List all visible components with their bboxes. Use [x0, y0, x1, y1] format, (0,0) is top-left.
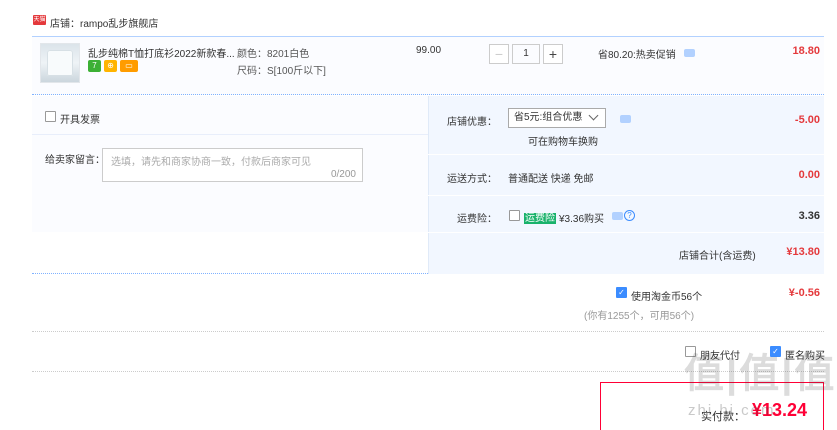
divider — [32, 134, 428, 135]
chat-bubble-icon[interactable] — [684, 49, 695, 57]
sku-color: 颜色：8201白色 — [237, 49, 310, 60]
shop-discount-label: 店铺优惠： — [447, 117, 497, 128]
divider — [428, 154, 824, 155]
coin-row — [32, 274, 824, 332]
quantity-decrease-button[interactable]: − — [489, 44, 509, 64]
credit-card-icon[interactable]: ▭ — [120, 60, 138, 72]
chat-bubble-icon[interactable] — [620, 115, 631, 123]
divider — [428, 232, 824, 233]
insurance-desc: ¥3.36购买 — [559, 214, 605, 225]
coin-value: ¥-0.56 — [788, 287, 820, 299]
coin-label: 使用淘金币56个 — [631, 292, 703, 303]
insurance-checkbox[interactable] — [509, 210, 520, 221]
shipping-value: 0.00 — [798, 169, 820, 181]
shipping-method: 普通配送 快递 免邮 — [508, 174, 594, 185]
promotion-text: 省80.20:热卖促销 — [598, 50, 676, 61]
insurance-label: 运费险： — [457, 214, 497, 225]
insurance-name: 运费险 — [524, 213, 556, 224]
shop-discount-value: -5.00 — [794, 114, 820, 126]
service-guarantee-icon[interactable]: ⊕ — [104, 60, 117, 72]
coin-checkbox[interactable]: ✓ — [616, 287, 627, 298]
message-char-count: 0/200 — [330, 169, 356, 180]
invoice-checkbox[interactable] — [45, 111, 56, 122]
shipping-label: 运送方式： — [447, 174, 497, 185]
invoice-label: 开具发票 — [60, 115, 100, 126]
sku-size: 尺码：S[100斤以下] — [237, 66, 326, 77]
chat-bubble-icon[interactable] — [612, 212, 623, 220]
divider — [428, 195, 824, 196]
watermark-text: zhi.hi.com — [688, 402, 776, 419]
help-icon[interactable]: ? — [624, 210, 635, 221]
shop-total-value: ¥13.80 — [786, 246, 820, 258]
item-subtotal: 18.80 — [792, 45, 820, 57]
insurance-value: 3.36 — [798, 210, 820, 222]
seven-day-return-icon[interactable]: 7 — [88, 60, 101, 72]
tshirt-image-icon — [47, 50, 73, 76]
quantity-input[interactable]: 1 — [512, 44, 540, 64]
coin-note: (你有1255个，可用56个) — [584, 311, 695, 322]
unit-price: 99.00 — [416, 45, 442, 56]
quantity-increase-button[interactable]: + — [543, 44, 563, 64]
watermark-logo: 值|值|值 — [684, 352, 837, 396]
message-label: 给卖家留言： — [45, 155, 105, 166]
shop-discount-note[interactable]: 可在购物车换购 — [528, 133, 598, 148]
item-title[interactable]: 乱步纯棉T恤打底衫2022新款春... — [88, 45, 236, 60]
shop-name[interactable]: 店铺：rampo乱步旗舰店 — [50, 15, 158, 30]
tmall-badge-icon: 天猫 — [33, 15, 46, 25]
